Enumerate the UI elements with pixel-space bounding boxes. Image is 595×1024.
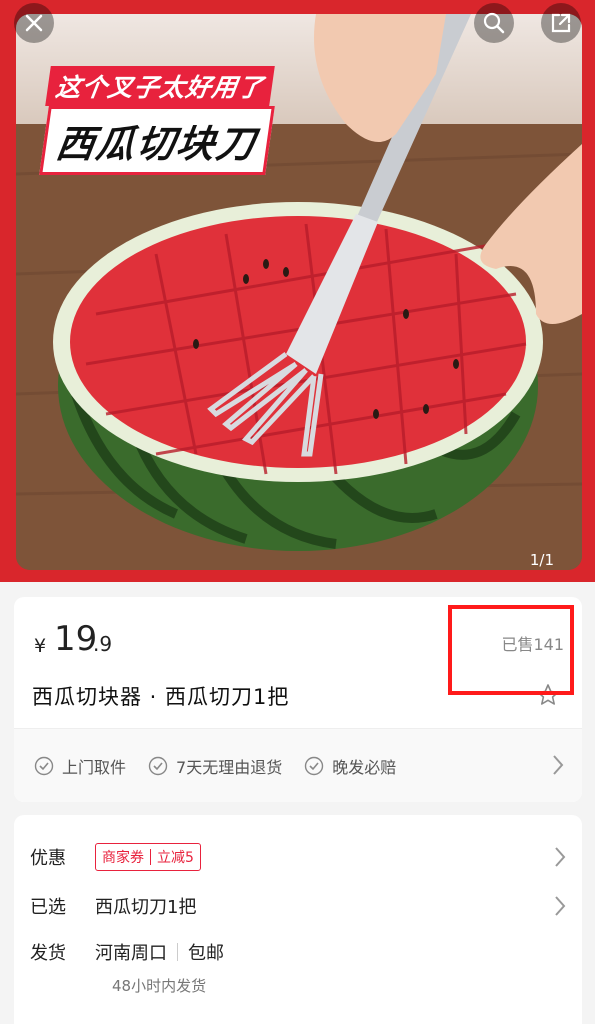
check-circle-icon — [305, 756, 324, 775]
shipping-row: 发货 河南周口 包邮 — [30, 939, 566, 965]
price-integer: 19 — [54, 619, 98, 659]
chevron-right-icon — [553, 755, 564, 775]
service-label: 上门取件 — [62, 757, 127, 777]
close-icon — [25, 14, 43, 32]
detail-card: 优惠 商家券 立减5 已选 西瓜切刀1把 发货 河南周口 包邮 48小时内发货 — [14, 815, 582, 1024]
chevron-right-icon — [555, 896, 566, 916]
promo-headline: 这个叉子太好用了 — [45, 66, 275, 106]
service-item: 上门取件 — [34, 754, 126, 778]
shipping-label: 发货 — [30, 943, 66, 964]
service-guarantees[interactable]: 上门取件 7天无理由退货 晚发必赔 — [14, 729, 582, 802]
product-title: 西瓜切块器 · 西瓜切刀1把 — [32, 685, 290, 709]
service-item: 晚发必赔 — [304, 754, 396, 778]
share-icon — [551, 13, 571, 33]
selected-value: 西瓜切刀1把 — [95, 897, 197, 918]
free-shipping: 包邮 — [188, 943, 224, 964]
product-image-gallery[interactable]: 这个叉子太好用了 西瓜切块刀 1/1 — [0, 0, 595, 582]
coupon-value: 立减5 — [157, 850, 194, 866]
coupon-badge[interactable]: 商家券 立减5 — [95, 843, 201, 871]
share-button[interactable] — [541, 3, 581, 43]
selected-row[interactable]: 已选 西瓜切刀1把 — [30, 893, 566, 919]
check-circle-icon — [34, 756, 54, 775]
annotation-highlight-box — [448, 605, 574, 695]
promo-product-name: 西瓜切块刀 — [39, 106, 275, 175]
service-label: 7天无理由退货 — [176, 757, 283, 777]
chevron-right-icon — [555, 847, 566, 867]
check-circle-icon — [148, 756, 168, 775]
service-label: 晚发必赔 — [332, 757, 397, 777]
promo-row[interactable]: 优惠 商家券 立减5 — [30, 843, 566, 871]
currency-symbol: ¥ — [34, 635, 47, 657]
ship-divider — [177, 943, 178, 961]
ship-from: 河南周口 — [95, 943, 167, 964]
close-button[interactable] — [14, 3, 54, 43]
promo-label: 优惠 — [30, 848, 66, 869]
coupon-type: 商家券 — [102, 850, 144, 866]
service-item: 7天无理由退货 — [148, 754, 282, 778]
search-button[interactable] — [474, 3, 514, 43]
search-icon — [483, 12, 505, 34]
shipping-time: 48小时内发货 — [112, 977, 207, 995]
product-image: 这个叉子太好用了 西瓜切块刀 1/1 — [16, 14, 582, 570]
price-decimal: .9 — [93, 632, 113, 656]
image-counter: 1/1 — [529, 551, 554, 569]
selected-label: 已选 — [30, 897, 66, 918]
